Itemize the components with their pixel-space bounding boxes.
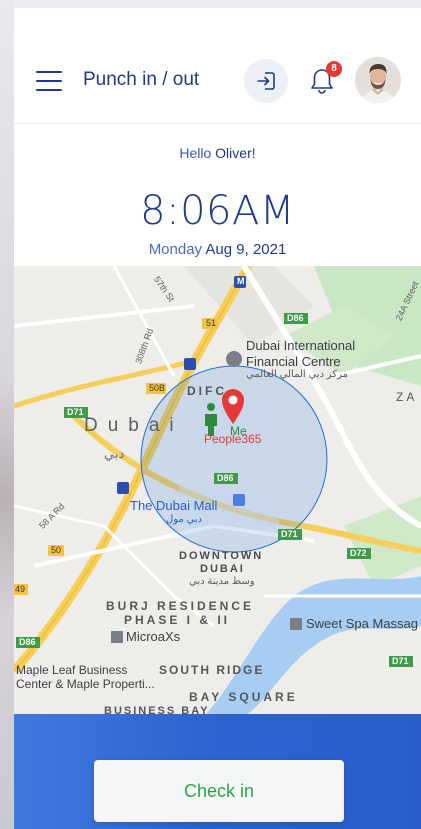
road-shield-d71: D71: [392, 656, 409, 666]
map-label-maple-1: Maple Leaf Business: [16, 663, 128, 677]
map-label-burj-1: BURJ RESIDENCE: [106, 599, 255, 613]
metro-icon: [184, 358, 196, 370]
road-shield-50b: 50B: [149, 383, 166, 393]
map-label-difc: DIFC: [187, 384, 227, 398]
road-shield-d86: D86: [19, 637, 36, 647]
page-title: Punch in / out: [83, 69, 200, 90]
road-shield-49: 49: [15, 584, 26, 594]
map-label-dubai: Dubai: [84, 415, 184, 436]
map-label-downtown-ar: وسط مدينة دبي: [189, 576, 255, 587]
app-header: Punch in / out 8: [14, 8, 421, 124]
background-edge: [0, 0, 14, 829]
road-shield-51: 51: [206, 318, 217, 328]
poi-mall-icon: [233, 494, 245, 506]
metro-label: M: [237, 276, 245, 286]
map-label-downtown-2: DUBAI: [200, 563, 245, 575]
road-shield-d86: D86: [287, 313, 304, 323]
user-name: Oliver!: [215, 145, 256, 161]
map-label-difc-name-1: Dubai International: [246, 338, 356, 353]
map-label-za: ZA: [396, 390, 418, 404]
punch-toggle-button[interactable]: [244, 59, 288, 103]
app-screen: Punch in / out 8 Hello Oliver! 8:06AM Mo…: [14, 8, 421, 829]
map-label-bay-square: BAY SQUARE: [189, 690, 298, 704]
menu-icon[interactable]: [36, 71, 62, 91]
login-icon: [257, 72, 275, 90]
metro-icon: [117, 482, 129, 494]
road-shield-d86: D86: [217, 473, 234, 483]
map-label-difc-ar: مركز دبي المالي العالمي: [246, 369, 348, 380]
map-label-dubai-mall-ar: دبي مول: [166, 514, 203, 525]
poi-microaxs-icon: [111, 631, 123, 643]
map-label-sweet-spa: Sweet Spa Massag: [306, 616, 419, 631]
check-in-button[interactable]: Check in: [94, 760, 344, 822]
map-label-south-ridge: SOUTH RIDGE: [159, 663, 265, 677]
map-label-dubai-ar: دبي: [104, 446, 125, 461]
road-shield-d72: D72: [350, 548, 367, 558]
map-label-company: People365: [204, 432, 262, 446]
map-label-downtown-1: DOWNTOWN: [179, 550, 264, 562]
map-label-difc-name-2: Financial Centre: [246, 354, 341, 369]
bottom-action-bar: Check in: [14, 714, 421, 829]
date-value: Aug 9, 2021: [205, 241, 287, 258]
notification-badge: 8: [326, 61, 342, 77]
poi-spa-icon: [290, 618, 302, 630]
map-label-burj-2: PHASE I & II: [124, 613, 231, 627]
map-canvas: [14, 266, 421, 716]
location-map[interactable]: DIFC Dubai دبي Me People365 Dubai Intern…: [14, 266, 421, 716]
weekday: Monday: [148, 241, 203, 258]
map-label-maple-2: Center & Maple Properti...: [16, 677, 155, 691]
greeting-hello: Hello: [179, 145, 212, 161]
road-shield-d71: D71: [281, 529, 298, 539]
greeting: Hello Oliver!: [14, 145, 421, 161]
road-shield-50: 50: [51, 545, 62, 555]
road-shield-d71: D71: [67, 407, 84, 417]
user-photo: [355, 57, 401, 103]
poi-difc-icon: [226, 351, 242, 367]
map-label-microaxs: MicroaXs: [126, 629, 181, 644]
current-date: Monday Aug 9, 2021: [14, 241, 421, 258]
map-label-dubai-mall: The Dubai Mall: [130, 498, 218, 513]
current-time: 8:06AM: [140, 188, 295, 234]
avatar[interactable]: [355, 57, 401, 103]
